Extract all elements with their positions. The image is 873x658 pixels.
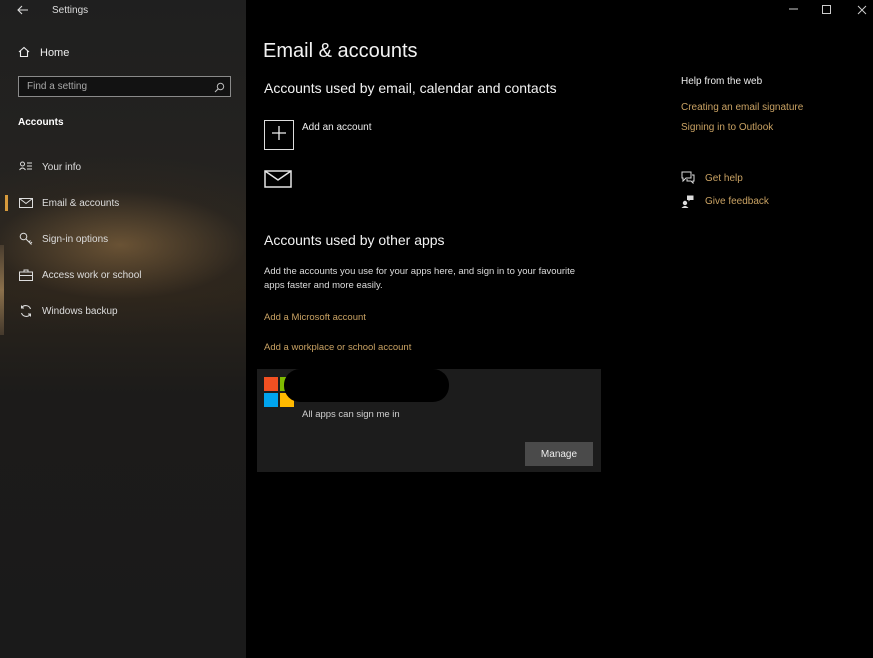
sidebar-item-home[interactable]: Home	[18, 45, 69, 61]
help-title: Help from the web	[681, 76, 763, 87]
briefcase-icon	[18, 269, 34, 281]
mail-icon	[18, 198, 34, 208]
mail-account-icon[interactable]	[264, 169, 292, 194]
add-microsoft-account-link[interactable]: Add a Microsoft account	[264, 312, 366, 323]
give-feedback-icon	[681, 195, 694, 213]
help-link-email-signature[interactable]: Creating an email signature	[681, 102, 803, 113]
get-help-link[interactable]: Get help	[705, 173, 743, 184]
home-label: Home	[40, 47, 70, 59]
manage-button[interactable]: Manage	[525, 442, 593, 466]
sidebar-item-label: Windows backup	[42, 305, 118, 317]
sidebar-item-windows-backup[interactable]: Windows backup	[18, 303, 238, 319]
search-input[interactable]	[19, 77, 212, 95]
sidebar-item-label: Email & accounts	[42, 197, 120, 209]
add-account-label[interactable]: Add an account	[302, 122, 372, 133]
maximize-icon[interactable]	[822, 4, 832, 18]
sidebar-item-label: Sign-in options	[42, 233, 109, 245]
search-icon[interactable]	[214, 80, 225, 98]
sidebar-item-email-accounts[interactable]: Email & accounts	[18, 195, 238, 211]
home-icon	[18, 46, 30, 61]
help-link-signing-outlook[interactable]: Signing in to Outlook	[681, 122, 773, 133]
sidebar-item-access-work[interactable]: Access work or school	[18, 267, 238, 283]
section-description: Add the accounts you use for your apps h…	[264, 266, 576, 291]
plus-icon	[272, 125, 286, 145]
give-feedback-link[interactable]: Give feedback	[705, 196, 769, 207]
account-subtitle: All apps can sign me in	[302, 409, 400, 420]
page-title: Email & accounts	[263, 40, 418, 62]
sidebar-item-label: Access work or school	[42, 269, 142, 281]
key-icon	[18, 232, 34, 246]
section-heading-email: Accounts used by email, calendar and con…	[264, 80, 557, 96]
close-icon[interactable]	[857, 4, 867, 18]
sidebar-item-your-info[interactable]: Your info	[18, 159, 238, 175]
search-box[interactable]	[18, 76, 231, 97]
sidebar-item-label: Your info	[42, 161, 82, 173]
add-account-button[interactable]	[264, 120, 294, 150]
get-help-icon	[681, 171, 695, 189]
back-arrow-icon[interactable]	[17, 3, 29, 18]
title-bar: Settings	[0, 0, 873, 22]
redacted-account-name	[284, 369, 449, 402]
sidebar: Home Accounts Your info Email & accounts…	[0, 0, 246, 658]
sync-icon	[18, 304, 34, 318]
active-indicator	[5, 195, 8, 211]
window-title: Settings	[52, 5, 89, 16]
minimize-icon[interactable]	[789, 0, 799, 17]
sidebar-section-label: Accounts	[18, 117, 64, 128]
add-workplace-account-link[interactable]: Add a workplace or school account	[264, 342, 411, 353]
account-card[interactable]: All apps can sign me in Manage	[257, 369, 601, 472]
person-card-icon	[18, 161, 34, 173]
sidebar-item-sign-in-options[interactable]: Sign-in options	[18, 231, 238, 247]
section-heading-other-apps: Accounts used by other apps	[264, 232, 445, 248]
sidebar-edge-glow	[0, 245, 4, 335]
